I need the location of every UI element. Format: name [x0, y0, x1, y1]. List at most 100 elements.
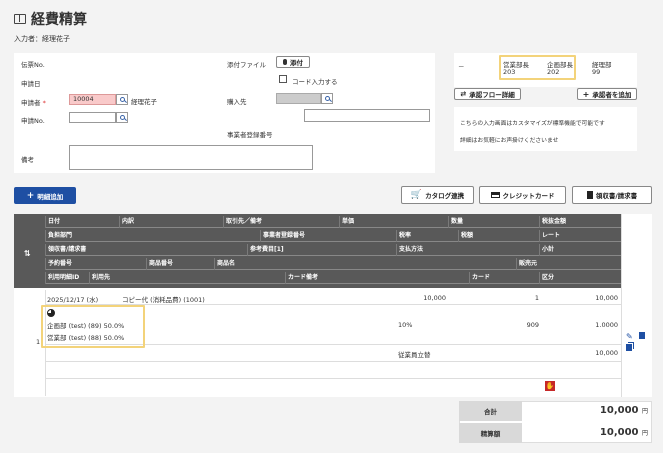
- header-row-3: 領収書/請求書 参考費目[1] 支払方法 小計: [45, 244, 621, 256]
- row-qty[interactable]: 1: [529, 294, 539, 302]
- credit-card-icon: [490, 192, 500, 198]
- delete-icon[interactable]: [639, 332, 645, 339]
- search-icon: [119, 97, 125, 102]
- col-subtotal: 小計: [539, 244, 554, 256]
- col-partner: 取引先／備考: [223, 216, 262, 228]
- row-item[interactable]: コピー代 (消耗品費) (1001): [122, 294, 205, 304]
- attach-button-label: 添付: [290, 59, 303, 67]
- total-label: 合計: [459, 401, 522, 421]
- apply-date-label: 申請日: [21, 80, 41, 88]
- inputter-label: 入力者：: [14, 35, 42, 43]
- row-unit-price[interactable]: 10,000: [418, 294, 446, 302]
- plus-icon: +: [582, 89, 590, 99]
- row-amount[interactable]: 10,000: [589, 294, 618, 302]
- add-approver-button[interactable]: + 承認者を追加: [577, 88, 637, 100]
- col-dept: 負担部門: [45, 230, 72, 242]
- catalog-label: カタログ連携: [425, 192, 465, 200]
- flow-detail-label: 承認フロー詳細: [469, 91, 515, 99]
- code-input-checkbox[interactable]: [279, 75, 287, 83]
- header-row-4: 予約番号 商品番号 商品名 販売元: [45, 258, 621, 270]
- add-detail-button[interactable]: + 明細追加: [14, 187, 76, 204]
- purchaser-label: 購入先: [227, 98, 247, 106]
- col-reservation: 予約番号: [45, 258, 72, 270]
- col-ref-account: 参考費目[1]: [247, 244, 284, 256]
- note-line-1: こちらの入力画面はカスタマイズが標準機能で可能です: [460, 121, 605, 127]
- col-tax-rate: 税率: [396, 230, 411, 242]
- plus-icon: +: [26, 190, 35, 201]
- search-icon: [324, 96, 330, 101]
- purchaser-search-button[interactable]: [321, 93, 333, 104]
- remarks-textarea[interactable]: [69, 145, 313, 170]
- applicant-search-button[interactable]: [116, 94, 128, 105]
- col-card: カード: [469, 272, 490, 284]
- edit-icon[interactable]: ✎: [626, 332, 633, 341]
- purchaser-name-input[interactable]: [304, 109, 430, 122]
- table-header: ⇅ 日付 内訳 取引先／備考 単価 数量 税抜金額 負担部門 事業者登録番号 税…: [14, 214, 621, 288]
- book-icon: [14, 14, 26, 24]
- receipt-icon: [586, 191, 593, 199]
- inputter-info: 入力者：経理花子: [14, 34, 70, 44]
- col-product-name: 商品名: [214, 258, 235, 270]
- col-seller: 販売元: [516, 258, 537, 270]
- applicant-name: 経理花子: [131, 98, 157, 106]
- credit-card-label: クレジットカード: [502, 192, 555, 200]
- col-rate: レート: [539, 230, 560, 242]
- row-rate[interactable]: 1.0000: [589, 321, 618, 329]
- approver-code-3: 99: [592, 68, 601, 76]
- sort-icon[interactable]: ⇅: [24, 249, 31, 258]
- col-category: 区分: [539, 272, 554, 284]
- paperclip-icon: [283, 59, 287, 65]
- header-form-panel: 伝票No. 申請日 申請者 * 10004 経理花子 申請No. 備考 添付ファ…: [14, 53, 435, 173]
- copy-icon[interactable]: [626, 344, 632, 351]
- row-tax[interactable]: 909: [522, 321, 539, 329]
- row-payment[interactable]: 従業員立替: [398, 349, 431, 359]
- approval-note: こちらの入力画面はカスタマイズが標準機能で可能です 詳細はお気軽にお声掛けくださ…: [454, 107, 637, 151]
- row-subtotal[interactable]: 10,000: [589, 349, 618, 357]
- page-title: 経費精算: [14, 9, 87, 29]
- attach-label: 添付ファイル: [227, 61, 266, 69]
- flow-detail-button[interactable]: ⇄ 承認フロー詳細: [454, 88, 521, 100]
- code-input-label: コード入力する: [292, 78, 338, 86]
- business-reg-label: 事業者登録番号: [227, 131, 273, 139]
- col-item: 内訳: [119, 216, 134, 228]
- add-detail-label: 明細追加: [37, 192, 64, 201]
- settle-value: 10,000 円: [599, 427, 648, 438]
- search-icon: [119, 115, 125, 120]
- row-tax-rate[interactable]: 10%: [398, 321, 412, 329]
- purchaser-code-input[interactable]: [276, 93, 321, 104]
- attach-button[interactable]: 添付: [276, 56, 310, 68]
- flow-icon: ⇄: [460, 90, 467, 98]
- header-row-1: 日付 内訳 取引先／備考 単価 数量 税抜金額: [45, 216, 621, 228]
- receipt-label: 領収書/請求書: [595, 192, 638, 200]
- approval-dash: －: [458, 63, 465, 71]
- col-amount: 税抜金額: [539, 216, 566, 228]
- catalog-button[interactable]: 🛒 カタログ連携: [401, 186, 474, 204]
- page-title-text: 経費精算: [31, 12, 87, 28]
- apply-no-search-button[interactable]: [116, 112, 128, 123]
- applicant-code-input[interactable]: 10004: [69, 94, 116, 105]
- col-card-note: カード備考: [285, 272, 318, 284]
- apply-no-label: 申請No.: [21, 117, 45, 125]
- col-usage-id: 利用明細ID: [45, 272, 79, 284]
- header-row-5: 利用明細ID 利用先 カード備考 カード 区分: [45, 272, 621, 284]
- row-number: 1: [36, 338, 41, 346]
- total-value: 10,000 円: [599, 405, 648, 416]
- receipt-button[interactable]: 領収書/請求書: [572, 186, 652, 204]
- col-business-reg: 事業者登録番号: [260, 230, 305, 242]
- col-payment: 支払方法: [396, 244, 423, 256]
- col-receipt: 領収書/請求書: [45, 244, 86, 256]
- credit-card-button[interactable]: クレジットカード: [479, 186, 566, 204]
- apply-no-input[interactable]: [69, 112, 116, 123]
- row-date[interactable]: 2025/12/17 (水): [47, 294, 98, 304]
- add-approver-label: 承認者を追加: [592, 91, 632, 99]
- stop-icon[interactable]: ✋: [545, 381, 555, 391]
- cart-icon: 🛒: [410, 190, 423, 200]
- applicant-label: 申請者 *: [21, 99, 46, 107]
- slip-no-label: 伝票No.: [21, 61, 45, 69]
- settle-label: 精算額: [459, 423, 522, 443]
- col-qty: 数量: [448, 216, 463, 228]
- header-row-2: 負担部門 事業者登録番号 税率 税額 レート: [45, 230, 621, 242]
- col-date: 日付: [45, 216, 60, 228]
- col-tax: 税額: [458, 230, 473, 242]
- col-product-no: 商品番号: [146, 258, 173, 270]
